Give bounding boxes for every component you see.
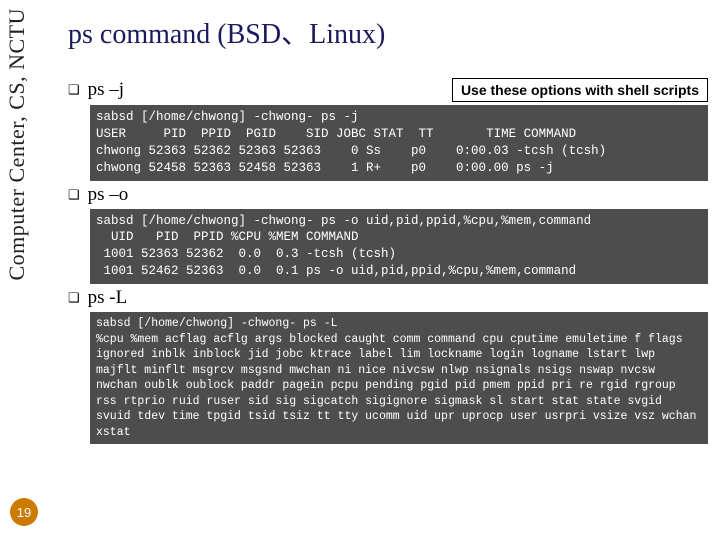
page-number-badge: 19: [10, 498, 38, 526]
section-1-row: ❑ ps –j Use these options with shell scr…: [68, 78, 708, 102]
bullet-ps-o: ❑ ps –o: [68, 184, 708, 206]
bullet-label: ps –o: [88, 184, 129, 206]
bullet-square-icon: ❑: [68, 82, 80, 98]
bullet-label: ps -L: [88, 287, 128, 309]
terminal-output-2: sabsd [/home/chwong] -chwong- ps -o uid,…: [90, 209, 708, 285]
bullet-ps-L: ❑ ps -L: [68, 287, 708, 309]
bullet-label: ps –j: [88, 79, 124, 101]
bullet-ps-j: ❑ ps –j: [68, 79, 124, 101]
slide-title: ps command (BSD、Linux): [68, 12, 708, 52]
terminal-output-3: sabsd [/home/chwong] -chwong- ps -L %cpu…: [90, 312, 708, 444]
terminal-output-1: sabsd [/home/chwong] -chwong- ps -j USER…: [90, 105, 708, 181]
note-callout: Use these options with shell scripts: [452, 78, 708, 102]
sidebar-affiliation: Computer Center, CS, NCTU: [4, 8, 30, 281]
slide-content: ps command (BSD、Linux) ❑ ps –j Use these…: [68, 12, 708, 447]
bullet-square-icon: ❑: [68, 187, 80, 203]
bullet-square-icon: ❑: [68, 290, 80, 306]
